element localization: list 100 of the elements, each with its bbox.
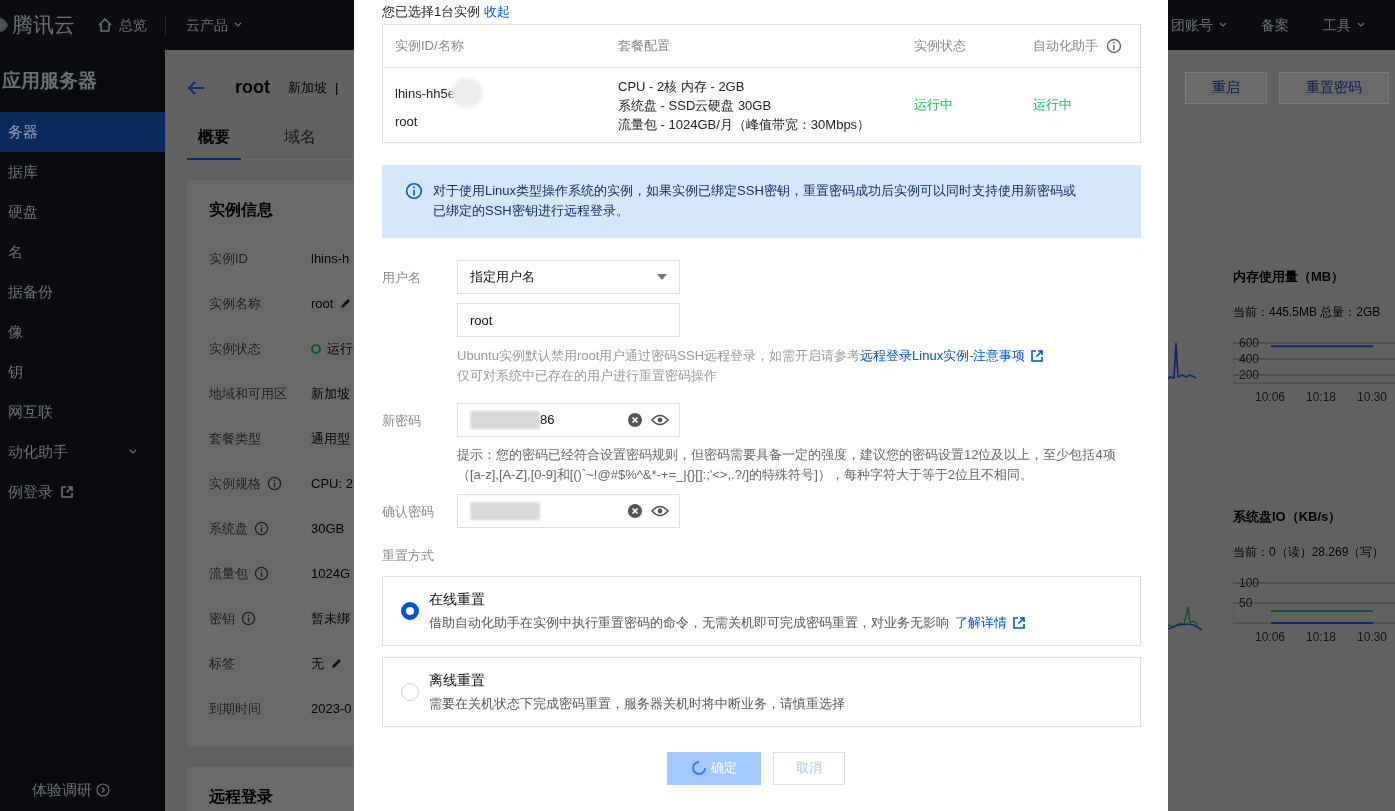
axis-tick-label: 10:30 <box>1357 629 1388 644</box>
sidebar-title: 应用服务器 <box>1 68 98 93</box>
dropdown-arrow-icon <box>657 274 667 280</box>
axis-tick-label: 400 <box>1239 351 1260 366</box>
metric-summary: 当前：0（读）28.269（写） <box>1233 543 1386 561</box>
back-arrow-icon <box>187 79 205 96</box>
field-value: CPU: 2 <box>311 474 353 493</box>
option-title: 在线重置 <box>429 589 486 609</box>
axis-tick-label: 10:06 <box>1255 629 1286 644</box>
separator-text: | <box>335 78 339 97</box>
radio-option[interactable]: 在线重置 借助自动化助手在实例中执行重置密码的命令，无需关机即可完成密码重置，对业务无影响 了解详情 <box>382 575 1141 646</box>
card-title: 实例信息 <box>209 200 274 220</box>
field-label: 到期时间 <box>209 699 261 718</box>
status-text: 运行中 <box>914 97 953 113</box>
chevron-icon <box>96 782 110 797</box>
field-label: 实例规格 <box>209 474 261 493</box>
caret-icon <box>1219 22 1227 28</box>
field-label: 套餐类型 <box>209 429 261 448</box>
field-label: 流量包 <box>209 564 248 583</box>
home-icon <box>97 17 113 33</box>
hint-text: Ubuntu实例默认禁用root用户通过密码SSH远程登录，如需开启请参考 <box>457 347 861 365</box>
clear-icon <box>627 412 643 428</box>
field-label: 地域和可用区 <box>209 384 287 403</box>
nav-item[interactable]: 工具 <box>1323 14 1365 36</box>
password-field[interactable]: 86 <box>457 403 680 437</box>
card-title: 远程登录 <box>209 787 274 807</box>
field-label: 实例状态 <box>209 339 261 358</box>
page-title: root <box>235 76 270 99</box>
sidebar-item[interactable]: 据库 <box>0 152 165 192</box>
field-value: lhins-h <box>311 249 350 268</box>
external-link-icon <box>1013 616 1025 629</box>
sidebar-item[interactable]: 务器 <box>0 112 165 152</box>
collapse-link[interactable]: 收起 <box>484 1 511 22</box>
hint-link[interactable]: 远程登录Linux实例-注意事项 <box>860 346 1026 366</box>
notice-text: 对于使用Linux类型操作系统的实例，如果实例已绑定SSH密钥，重置密码成功后实例可以同时支持使用新密码或已绑定的SSH密钥进行远程登录。 <box>433 182 1077 220</box>
sidebar-item[interactable]: 例登录 <box>0 472 165 512</box>
nav-item[interactable]: 总览 <box>94 14 165 36</box>
option-title: 离线重置 <box>429 670 486 690</box>
metric-title: 系统盘IO（KB/s） <box>1233 508 1343 526</box>
radio-option[interactable]: 离线重置 需要在关机状态下完成密码重置，服务器关机时将中断业务，请慎重选择 <box>382 656 1141 727</box>
table-cell-text: CPU - 2核 内存 - 2GB <box>618 77 746 96</box>
field-label: 密钥 <box>209 609 235 628</box>
caret-icon <box>1357 22 1365 28</box>
username-input[interactable]: root <box>457 303 680 337</box>
toolbar-button[interactable]: 重置密码 <box>1279 71 1389 104</box>
field-value: 无 <box>311 654 324 673</box>
hint-text: 仅可对系统中已存在的用户进行重置密码操作 <box>457 367 718 385</box>
info-icon <box>405 182 423 200</box>
region-text: 新加坡 <box>288 78 327 97</box>
axis-tick-label: 100 <box>1239 575 1260 590</box>
tab[interactable]: 域名 <box>273 125 327 160</box>
learn-more-link[interactable]: 了解详情 <box>955 612 1007 633</box>
username-select[interactable]: 指定用户名 <box>457 260 680 294</box>
column-header: 套餐配置 <box>618 37 670 56</box>
axis-tick-label: 10:18 <box>1306 629 1337 644</box>
tab[interactable]: 概要 <box>187 125 241 160</box>
external-link-icon <box>61 486 73 498</box>
status-text: 运行中 <box>1033 97 1072 113</box>
metric-title: 内存使用量（MB） <box>1233 268 1346 286</box>
axis-tick-label: 10:18 <box>1306 389 1337 404</box>
sidebar-item[interactable]: 名 <box>0 232 165 272</box>
sidebar-item[interactable]: 网互联 <box>0 392 165 432</box>
option-description: 需要在关机状态下完成密码重置，服务器关机时将中断业务，请慎重选择 <box>429 694 845 713</box>
password-field[interactable] <box>457 494 680 528</box>
nav-item[interactable]: 团账号 <box>1171 14 1227 36</box>
sidebar-item[interactable]: 硬盘 <box>0 192 165 232</box>
field-label: 实例ID <box>209 249 248 268</box>
toolbar-button[interactable]: 重启 <box>1185 71 1267 104</box>
field-value: 新加坡 <box>311 384 350 403</box>
axis-tick-label: 10:30 <box>1357 389 1388 404</box>
table-cell-text: 系统盘 - SSD云硬盘 30GB <box>618 96 773 115</box>
option-description: 借助自动化助手在实例中执行重置密码的命令，无需关机即可完成密码重置，对业务无影响 <box>429 613 949 632</box>
sidebar-item[interactable]: 钥 <box>0 352 165 392</box>
field-value: 暂未绑 <box>311 609 350 628</box>
table-cell-text: lhins-hh5e <box>395 84 455 103</box>
column-header: 自动化助手 <box>1033 37 1098 56</box>
field-value: root <box>311 294 334 313</box>
field-label: 用户名 <box>382 270 421 285</box>
password-value: 86 <box>540 411 555 430</box>
field-label: 确认密码 <box>382 504 434 519</box>
field-value: 通用型 <box>311 429 350 448</box>
external-link-icon <box>1031 350 1044 362</box>
axis-tick-label: 50 <box>1239 595 1253 610</box>
axis-tick-label: 10:06 <box>1255 389 1286 404</box>
metric-summary: 当前：445.5MB 总量：2GB <box>1233 303 1382 321</box>
logo-text: 腾讯云 <box>12 12 75 39</box>
nav-item[interactable]: 备案 <box>1261 14 1289 36</box>
sidebar-item[interactable]: 据备份 <box>0 272 165 312</box>
field-label: 实例名称 <box>209 294 261 313</box>
field-label: 新密码 <box>382 413 421 428</box>
eye-icon <box>651 414 669 426</box>
hint-text: 提示：您的密码已经符合设置密码规则，但密码需要具备一定的强度，建议您的密码设置12位及以上，至少包括4项（[a-z],[A-Z],[0-9]和[()`~!@#$%^&*-+=_|{}[]:;'<>,.?/]的特殊符号]），每种字符大于等于2位且不相同。 <box>457 446 1117 484</box>
survey-link[interactable]: 体验调研 <box>32 778 110 801</box>
field-label: 标签 <box>209 654 235 673</box>
caret-icon <box>234 22 242 28</box>
table-cell-text: root <box>395 113 419 132</box>
sidebar-item[interactable]: 像 <box>0 312 165 352</box>
radio-button[interactable] <box>401 601 419 620</box>
clear-icon <box>627 503 643 519</box>
sidebar-item[interactable]: 动化助手 <box>0 432 165 472</box>
